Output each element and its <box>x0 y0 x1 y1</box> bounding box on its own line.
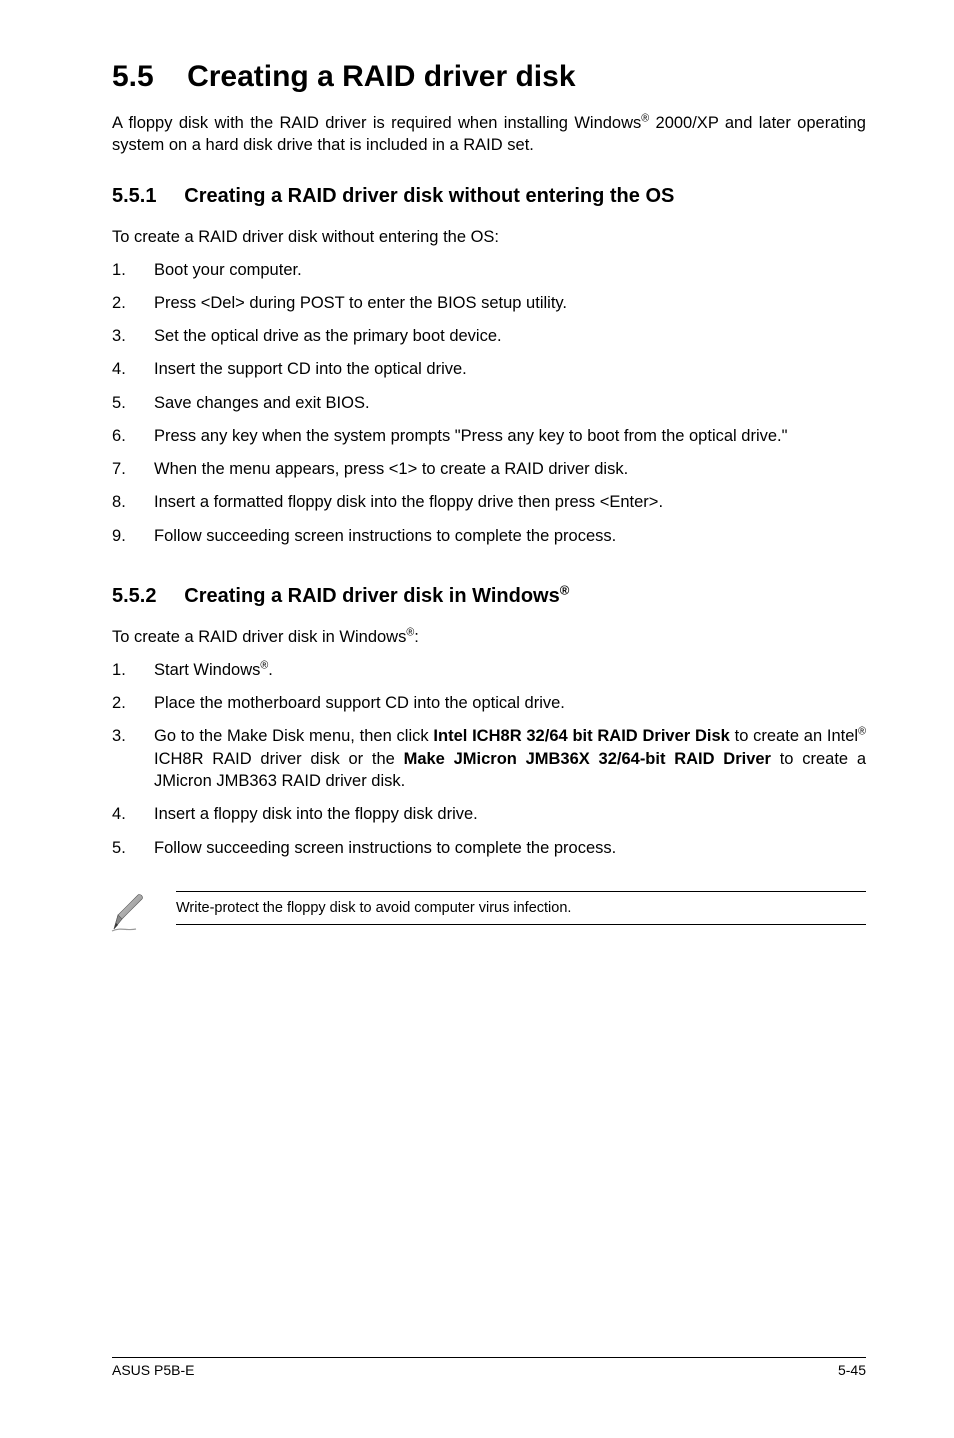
heading-title: Creating a RAID driver disk <box>187 60 575 93</box>
pencil-icon <box>108 891 152 935</box>
note-text: Write-protect the floppy disk to avoid c… <box>176 892 866 924</box>
subsection-number: 5.5.2 <box>112 585 156 607</box>
item-text: to create an Intel <box>730 727 858 745</box>
heading-number: 5.5 <box>112 60 154 93</box>
bold-text: Intel ICH8R 32/64 bit RAID Driver Disk <box>433 727 729 745</box>
list-item: Save changes and exit BIOS. <box>112 392 866 414</box>
list-item: Go to the Make Disk menu, then click Int… <box>112 725 866 792</box>
item-text: Start Windows <box>154 661 260 679</box>
note-text-container: Write-protect the floppy disk to avoid c… <box>176 891 866 925</box>
list-item: Place the motherboard support CD into th… <box>112 692 866 714</box>
page-footer: ASUS P5B-E 5-45 <box>112 1357 866 1378</box>
lead-paragraph-2: To create a RAID driver disk in Windows®… <box>112 628 866 647</box>
subsection-title: Creating a RAID driver disk in Windows <box>184 585 559 607</box>
footer-left: ASUS P5B-E <box>112 1362 194 1378</box>
intro-paragraph: A floppy disk with the RAID driver is re… <box>112 112 866 157</box>
list-item: Follow succeeding screen instructions to… <box>112 837 866 859</box>
bold-text: Make JMicron JMB36X 32/64-bit RAID Drive… <box>404 750 771 768</box>
lead-text-end: : <box>414 628 419 646</box>
list-item: Follow succeeding screen instructions to… <box>112 525 866 547</box>
section-heading: 5.5 Creating a RAID driver disk <box>112 60 866 94</box>
footer-right: 5-45 <box>838 1362 866 1378</box>
list-item: Set the optical drive as the primary boo… <box>112 325 866 347</box>
list-item: Press <Del> during POST to enter the BIO… <box>112 292 866 314</box>
list-item: Press any key when the system prompts "P… <box>112 425 866 447</box>
steps-list-2: Start Windows®. Place the motherboard su… <box>112 659 866 859</box>
item-text: ICH8R RAID driver disk or the <box>154 750 404 768</box>
list-item: Insert the support CD into the optical d… <box>112 358 866 380</box>
list-item: Boot your computer. <box>112 259 866 281</box>
list-item: Insert a floppy disk into the floppy dis… <box>112 803 866 825</box>
steps-list-1: Boot your computer. Press <Del> during P… <box>112 259 866 547</box>
subsection-number: 5.5.1 <box>112 185 156 207</box>
subsection-heading-1: 5.5.1 Creating a RAID driver disk withou… <box>112 185 866 208</box>
item-text-end: . <box>268 661 273 679</box>
intro-text-1: A floppy disk with the RAID driver is re… <box>112 114 641 132</box>
registered-mark: ® <box>641 113 649 125</box>
divider <box>176 924 866 925</box>
list-item: When the menu appears, press <1> to crea… <box>112 458 866 480</box>
lead-paragraph-1: To create a RAID driver disk without ent… <box>112 228 866 247</box>
note-callout: Write-protect the floppy disk to avoid c… <box>108 891 866 935</box>
registered-mark: ® <box>858 726 866 738</box>
footer-row: ASUS P5B-E 5-45 <box>112 1362 866 1378</box>
item-text: Go to the Make Disk menu, then click <box>154 727 433 745</box>
registered-mark: ® <box>560 582 570 597</box>
lead-text: To create a RAID driver disk in Windows <box>112 628 406 646</box>
subsection-title: Creating a RAID driver disk without ente… <box>184 185 674 207</box>
subsection-heading-2: 5.5.2 Creating a RAID driver disk in Win… <box>112 585 866 608</box>
list-item: Start Windows®. <box>112 659 866 681</box>
list-item: Insert a formatted floppy disk into the … <box>112 491 866 513</box>
divider <box>112 1357 866 1358</box>
